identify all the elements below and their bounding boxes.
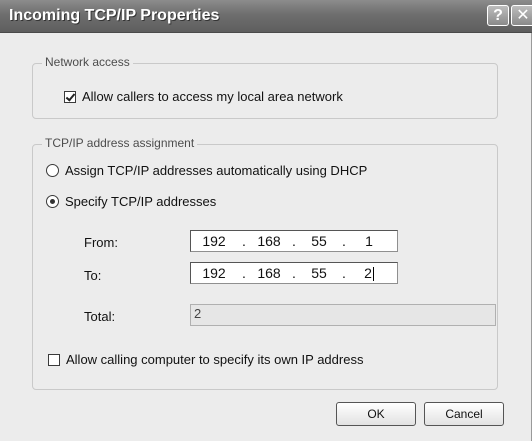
from-octet-3[interactable]: 55 (301, 233, 337, 249)
text-caret (372, 267, 374, 282)
to-octet-4[interactable]: 2 (351, 264, 387, 282)
cancel-button[interactable]: Cancel (424, 402, 504, 426)
tcpip-assignment-legend: TCP/IP address assignment (42, 136, 198, 150)
to-octet-1[interactable]: 192 (191, 265, 237, 281)
from-octet-1[interactable]: 192 (191, 233, 237, 249)
total-label: Total: (84, 309, 116, 324)
to-octet-3[interactable]: 55 (301, 265, 337, 281)
to-label: To: (84, 268, 102, 283)
from-octet-4[interactable]: 1 (351, 233, 387, 249)
specify-radio-row[interactable]: Specify TCP/IP addresses (46, 194, 216, 209)
from-octet-2[interactable]: 168 (251, 233, 287, 249)
title-bar[interactable]: Incoming TCP/IP Properties ? ✕ (0, 0, 532, 33)
octet-separator: . (242, 265, 246, 281)
specify-radio[interactable] (46, 195, 59, 208)
dhcp-radio-row[interactable]: Assign TCP/IP addresses automatically us… (46, 163, 367, 178)
window-title: Incoming TCP/IP Properties (9, 7, 220, 24)
allow-specify-label: Allow calling computer to specify its ow… (66, 352, 364, 367)
allow-lan-checkbox[interactable] (64, 90, 76, 103)
from-label: From: (84, 235, 118, 250)
dhcp-radio-label: Assign TCP/IP addresses automatically us… (65, 163, 368, 178)
help-button[interactable]: ? (487, 5, 509, 26)
ok-button[interactable]: OK (336, 402, 416, 426)
allow-lan-checkbox-row[interactable]: Allow callers to access my local area ne… (64, 89, 343, 104)
dhcp-radio[interactable] (46, 164, 59, 177)
total-field: 2 (190, 304, 496, 326)
incoming-tcpip-properties-dialog: Incoming TCP/IP Properties ? ✕ Network a… (0, 0, 532, 441)
close-icon: ✕ (516, 7, 530, 24)
from-ip-field[interactable]: 192 . 168 . 55 . 1 (190, 230, 398, 252)
allow-lan-label: Allow callers to access my local area ne… (82, 89, 343, 104)
octet-separator: . (342, 265, 346, 281)
to-octet-4-value: 2 (364, 264, 372, 281)
network-access-legend: Network access (42, 55, 133, 69)
help-icon: ? (493, 7, 503, 24)
allow-specify-checkbox-row[interactable]: Allow calling computer to specify its ow… (48, 352, 363, 367)
allow-specify-checkbox[interactable] (48, 353, 60, 366)
to-ip-field[interactable]: 192 . 168 . 55 . 2 (190, 262, 398, 284)
specify-radio-label: Specify TCP/IP addresses (65, 194, 217, 209)
octet-separator: . (242, 233, 246, 249)
octet-separator: . (342, 233, 346, 249)
octet-separator: . (292, 265, 296, 281)
to-octet-2[interactable]: 168 (251, 265, 287, 281)
octet-separator: . (292, 233, 296, 249)
close-button[interactable]: ✕ (511, 5, 532, 26)
